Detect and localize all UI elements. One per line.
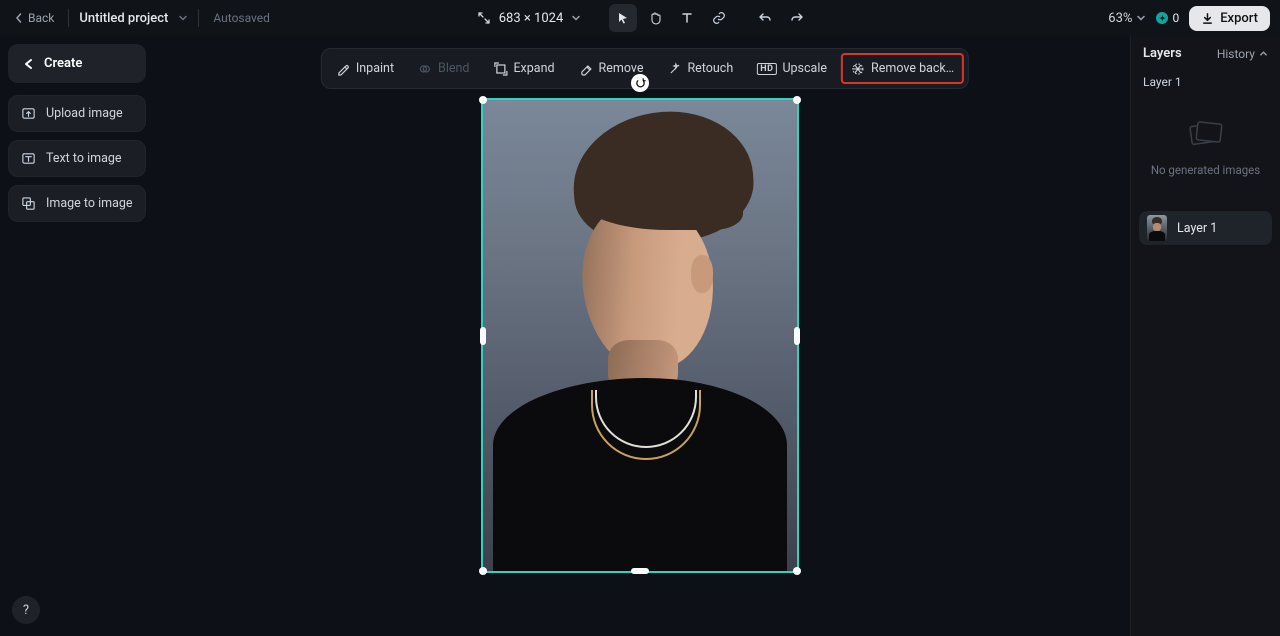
chevron-down-icon [571,13,581,23]
resize-handle-bottom[interactable] [631,568,649,574]
upload-image-button[interactable]: Upload image [8,95,146,132]
image-to-image-button[interactable]: Image to image [8,185,146,222]
help-button[interactable]: ? [12,596,40,624]
resize-handle-left[interactable] [480,327,486,345]
upload-label: Upload image [46,106,123,121]
zoom-label: 63% [1108,11,1132,26]
undo-icon [758,11,772,25]
chevron-up-icon [1259,49,1268,58]
active-layer-name[interactable]: Layer 1 [1131,71,1280,99]
credits-count: 0 [1172,11,1179,25]
expand-icon [493,62,507,76]
retouch-icon [667,62,681,76]
blend-button: Blend [408,55,479,82]
project-title[interactable]: Untitled project [79,11,168,26]
layer-item[interactable]: Layer 1 [1139,211,1272,245]
image-to-image-icon [21,196,36,211]
hand-icon [648,11,662,25]
expand-button[interactable]: Expand [483,55,564,82]
create-button[interactable]: Create [8,44,146,83]
layers-tab[interactable]: Layers [1143,46,1182,61]
eraser-icon [579,62,593,76]
inpaint-icon [336,62,350,76]
back-label: Back [28,11,54,25]
chevron-down-icon[interactable] [178,13,188,23]
text-icon [680,11,694,25]
inpaint-button[interactable]: Inpaint [326,55,404,82]
help-icon: ? [23,603,29,618]
zoom-button[interactable]: 63% [1108,11,1146,26]
resize-icon [477,11,491,25]
export-button[interactable]: Export [1189,6,1270,31]
canvas-area[interactable]: Inpaint Blend Expand Remove Retouch HD U… [160,36,1130,636]
redo-button[interactable] [783,4,811,32]
hd-icon: HD [757,63,776,75]
canvas-image[interactable] [483,100,797,571]
blend-icon [418,62,432,76]
empty-text: No generated images [1151,163,1260,177]
autosave-status: Autosaved [213,11,270,25]
back-button[interactable]: Back [10,11,58,25]
link-icon [712,11,726,25]
image-to-image-label: Image to image [46,196,133,211]
text-to-image-icon [21,151,36,166]
export-label: Export [1220,11,1258,26]
dimensions-label: 683 × 1024 [499,11,564,26]
rotate-icon [635,78,646,89]
credits-icon: ✦ [1156,12,1168,24]
back-arrow-icon [22,57,36,71]
select-tool[interactable] [609,4,637,32]
create-label: Create [44,56,82,71]
hand-tool[interactable] [641,4,669,32]
rotate-handle[interactable] [631,74,649,92]
upscale-button[interactable]: HD Upscale [747,55,837,82]
chevron-down-icon [1136,13,1146,23]
text-tool[interactable] [673,4,701,32]
redo-icon [790,11,804,25]
link-tool[interactable] [705,4,733,32]
remove-bg-icon [851,62,865,76]
generated-images-empty: No generated images [1131,99,1280,205]
canvas-dimensions-button[interactable]: 683 × 1024 [469,7,590,30]
history-tab[interactable]: History [1217,47,1268,61]
resize-handle-right[interactable] [794,327,800,345]
separator [198,9,199,27]
layer-thumbnail [1147,215,1167,241]
text-to-image-label: Text to image [46,151,122,166]
upload-icon [21,106,36,121]
images-placeholder-icon [1187,119,1225,149]
remove-background-button[interactable]: Remove back… [841,53,964,84]
cursor-icon [616,11,630,25]
separator [68,9,69,27]
selection-box[interactable] [481,98,799,573]
chevron-left-icon [14,13,24,23]
text-to-image-button[interactable]: Text to image [8,140,146,177]
credits-display[interactable]: ✦ 0 [1156,11,1179,25]
retouch-button[interactable]: Retouch [657,55,743,82]
undo-button[interactable] [751,4,779,32]
download-icon [1201,12,1214,25]
layer-item-label: Layer 1 [1177,221,1217,236]
